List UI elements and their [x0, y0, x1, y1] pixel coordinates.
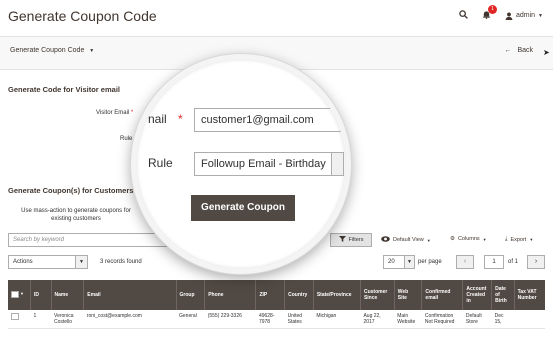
- cell-group: General: [176, 310, 205, 329]
- next-page-button[interactable]: ›: [527, 255, 545, 269]
- default-view-dropdown[interactable]: Default View ▼: [381, 236, 431, 244]
- back-button-label: Back: [517, 47, 533, 54]
- filters-label: Filters: [348, 237, 364, 243]
- rule-select-value: Followup Email - Birthday: [201, 158, 326, 170]
- mass-actions-select[interactable]: Actions ▼: [8, 255, 88, 269]
- rule-label: Rule: [120, 136, 133, 142]
- cell-taxvat: [514, 310, 545, 329]
- search-icon[interactable]: [459, 10, 468, 21]
- cell-confirmed-email: Confirmation Not Required: [421, 310, 463, 329]
- export-label: Export: [510, 236, 527, 243]
- cell-email: roni_cost@example.com: [83, 310, 177, 329]
- column-header[interactable]: Confirmed email: [421, 280, 464, 310]
- column-header[interactable]: Tax VAT Number: [514, 280, 545, 310]
- cell-phone: (555) 229-3326: [204, 310, 256, 329]
- page: Generate Coupon Code 1 admin ▼ Generate …: [0, 0, 553, 339]
- table-row[interactable]: 1 Veronica Costello roni_cost@example.co…: [8, 310, 545, 329]
- notification-badge: 1: [487, 5, 497, 14]
- column-header[interactable]: Customer Since: [360, 280, 395, 310]
- select-all-header[interactable]: ▼: [8, 280, 32, 310]
- column-header[interactable]: Account Created in: [462, 280, 493, 310]
- generate-coupon-button[interactable]: Generate Coupon: [191, 195, 295, 221]
- chevron-down-icon: ▼: [426, 237, 431, 243]
- chevron-down-icon: ▼: [529, 237, 534, 242]
- filter-icon: [338, 236, 346, 244]
- generate-coupon-split-button[interactable]: Generate Coupon Code ▼: [10, 47, 94, 54]
- mass-action-note: Use mass-action to generate coupons for …: [21, 208, 131, 222]
- columns-label: Columns: [457, 236, 480, 242]
- column-header[interactable]: ZIP: [255, 280, 286, 310]
- column-header[interactable]: Country: [284, 280, 314, 310]
- cell-state: Michigan: [313, 310, 361, 329]
- chevron-down-icon: ▼: [75, 256, 87, 268]
- chevron-down-icon: ▼: [482, 236, 487, 242]
- visitor-email-label: Visitor Email *: [96, 110, 134, 116]
- chevron-down-icon: ▼: [538, 12, 543, 19]
- arrow-left-icon: ←: [504, 47, 512, 54]
- per-page-select[interactable]: 20 ▼: [383, 255, 415, 269]
- column-header[interactable]: ID: [30, 280, 52, 310]
- chevron-down-icon: [331, 153, 343, 175]
- cell-zip: 49628-7978: [255, 310, 285, 329]
- chevron-down-icon: ▼: [89, 48, 95, 54]
- table-header-row: ▼ ID Name Email Group Phone ZIP Country …: [8, 280, 545, 310]
- default-view-label: Default View: [393, 237, 424, 243]
- row-select-cell[interactable]: [8, 310, 31, 329]
- mouse-cursor-icon: ➤: [543, 48, 550, 57]
- magnifier-lens: nail * customer1@gmail.com Rule Followup…: [131, 54, 351, 274]
- required-asterisk: *: [178, 112, 183, 126]
- customers-section-title: Generate Coupon(s) for Customers: [8, 186, 134, 195]
- column-header[interactable]: Email: [83, 280, 177, 310]
- split-button-label: Generate Coupon Code: [10, 47, 85, 54]
- magnified-email-label: nail: [148, 112, 167, 126]
- chevron-down-icon: ▼: [20, 291, 24, 296]
- gear-icon: ⚙: [450, 236, 455, 242]
- page-title: Generate Coupon Code: [8, 8, 157, 24]
- previous-page-button[interactable]: ‹: [456, 255, 474, 269]
- column-header[interactable]: Name: [51, 280, 85, 310]
- export-dropdown[interactable]: ⤓ Export ▼: [505, 236, 533, 243]
- cell-website: Main Website: [394, 310, 422, 329]
- column-header[interactable]: Group: [176, 280, 206, 310]
- cell-id: 1: [30, 310, 52, 329]
- user-menu[interactable]: admin ▼: [505, 11, 543, 20]
- page-total: of 1: [508, 259, 519, 265]
- user-icon: [505, 11, 513, 20]
- visitor-email-input[interactable]: customer1@gmail.com: [194, 108, 344, 132]
- cell-dob: Dec 15,: [491, 310, 515, 329]
- notifications-button[interactable]: 1: [482, 5, 497, 21]
- cell-name: Veronica Costello: [51, 310, 84, 329]
- per-page-label: per page: [418, 259, 442, 265]
- rule-select[interactable]: Followup Email - Birthday: [194, 152, 344, 176]
- download-icon: ⤓: [505, 236, 508, 242]
- back-button[interactable]: ← Back: [504, 47, 533, 54]
- column-header[interactable]: State/Province: [313, 280, 361, 310]
- select-all-checkbox[interactable]: [11, 290, 19, 298]
- chevron-down-icon: ▼: [404, 256, 414, 268]
- user-name: admin: [515, 12, 536, 19]
- actions-label: Actions: [13, 259, 33, 265]
- per-page-value: 20: [388, 259, 395, 265]
- row-checkbox[interactable]: [11, 313, 19, 320]
- columns-dropdown[interactable]: ⚙ Columns ▼: [450, 236, 487, 242]
- customers-grid: ▼ ID Name Email Group Phone ZIP Country …: [8, 280, 545, 329]
- column-header[interactable]: Date of Birth: [491, 280, 515, 310]
- visitor-section-title: Generate Code for Visitor email: [8, 85, 120, 94]
- page-number-input[interactable]: 1: [484, 255, 504, 269]
- cell-customer-since: Aug 22, 2017: [360, 310, 395, 329]
- header-icons: 1 admin ▼: [459, 5, 543, 21]
- cell-country: United States: [284, 310, 314, 329]
- cell-created-in: Default Store: [462, 310, 492, 329]
- filters-button[interactable]: Filters: [330, 233, 372, 247]
- magnified-rule-label: Rule: [148, 156, 173, 170]
- records-count: 3 records found: [100, 259, 142, 265]
- column-header[interactable]: Phone: [204, 280, 257, 310]
- eye-icon: [381, 236, 390, 244]
- column-header[interactable]: Web Site: [394, 280, 423, 310]
